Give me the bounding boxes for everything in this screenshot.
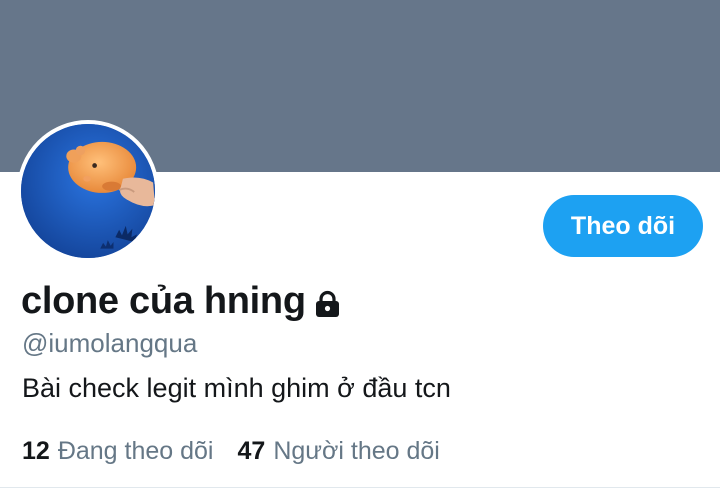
user-handle: @iumolangqua: [22, 328, 198, 358]
followers-label: Người theo dõi: [273, 437, 440, 465]
divider: [0, 487, 720, 488]
following-label: Đang theo dõi: [57, 437, 214, 465]
lock-icon: [314, 290, 341, 318]
avatar[interactable]: [17, 120, 159, 262]
profile-page: Theo dõi clone của hning @iumolangqua Bà…: [0, 0, 720, 491]
display-name: clone của hning: [21, 280, 306, 322]
profile-bio: Bài check legit mình ghim ở đầu tcn: [22, 373, 451, 403]
name-row: clone của hning: [21, 278, 341, 324]
following-stat[interactable]: 12 Đang theo dõi: [22, 435, 214, 467]
following-count: 12: [22, 437, 50, 465]
profile-stats: 12 Đang theo dõi 47 Người theo dõi: [22, 435, 464, 467]
followers-stat[interactable]: 47 Người theo dõi: [238, 435, 440, 467]
follow-button[interactable]: Theo dõi: [543, 195, 703, 257]
avatar-image: [21, 124, 155, 258]
followers-count: 47: [237, 437, 266, 465]
